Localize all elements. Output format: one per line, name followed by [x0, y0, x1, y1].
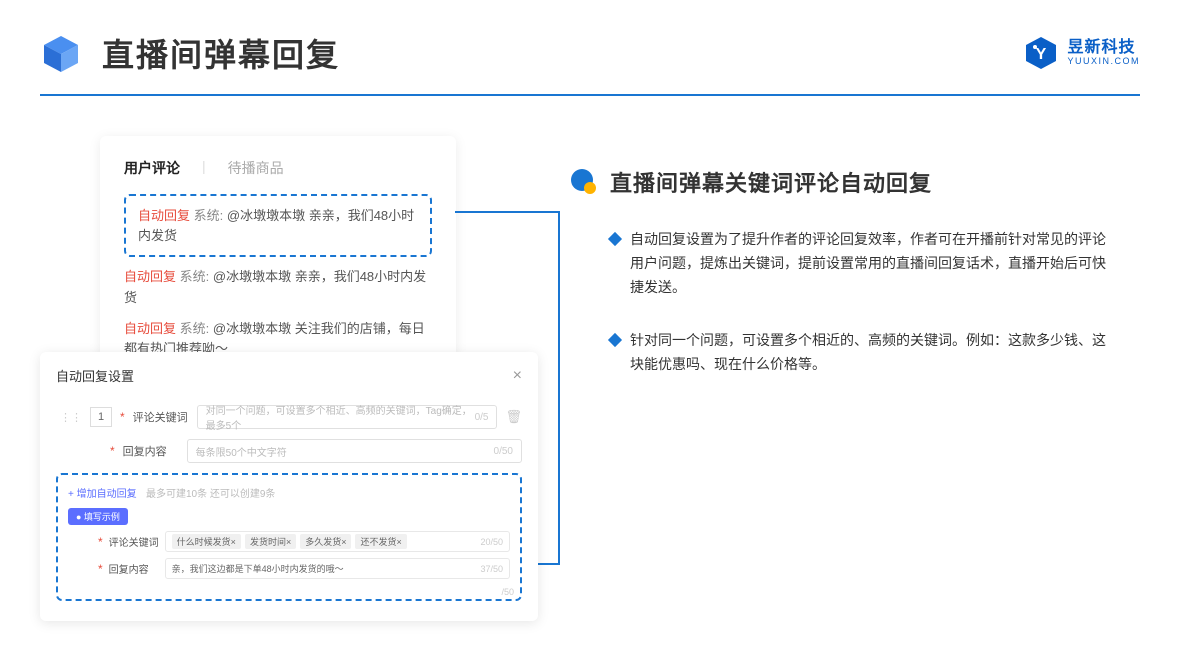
diamond-bullet-icon — [608, 333, 622, 347]
add-hint: 最多可建10条 还可以创建9条 — [146, 489, 275, 500]
comment-row: 自动回复 系统: @冰墩墩本墩 亲亲，我们48小时内发货 — [124, 267, 432, 309]
highlighted-comment: 自动回复 系统: @冰墩墩本墩 亲亲，我们48小时内发货 — [124, 194, 432, 257]
example-keyword-tags: 什么时候发货× 发货时间× 多久发货× 还不发货× 20/50 — [165, 531, 510, 552]
tab-pending-products[interactable]: 待播商品 — [228, 158, 284, 178]
drag-handle-icon[interactable]: ⋮⋮ — [60, 411, 82, 424]
keyword-label: 评论关键词 — [133, 409, 189, 425]
page-title: 直播间弹幕回复 — [102, 30, 340, 76]
example-block: + 增加自动回复 最多可建10条 还可以创建9条 ● 填写示例 * 评论关键词 … — [56, 473, 522, 601]
brand-name-en: YUUXIN.COM — [1067, 57, 1140, 67]
settings-title: 自动回复设置 — [56, 366, 134, 385]
order-number: 1 — [90, 407, 112, 427]
bullet-item: 针对同一个问题，可设置多个相近的、高频的关键词。例如：这款多少钱、这块能优惠吗、… — [570, 329, 1110, 377]
content-label: 回复内容 — [123, 443, 179, 459]
close-icon[interactable]: × — [513, 367, 522, 385]
content-input[interactable]: 每条限50个中文字符 0/50 — [187, 439, 522, 463]
settings-modal: 自动回复设置 × ⋮⋮ 1 * 评论关键词 对同一个问题，可设置多个相近、高频的… — [40, 352, 538, 621]
svg-text:Y: Y — [1036, 46, 1047, 63]
cube-icon — [40, 32, 82, 74]
bullet-item: 自动回复设置为了提升作者的评论回复效率，作者可在开播前针对常见的评论用户问题，提… — [570, 228, 1110, 299]
tab-user-comments[interactable]: 用户评论 — [124, 158, 180, 178]
diamond-bullet-icon — [608, 232, 622, 246]
brand-name-cn: 昱新科技 — [1067, 39, 1140, 57]
brand-logo: Y 昱新科技 YUUXIN.COM — [1023, 35, 1140, 71]
example-content-text: 亲，我们这边都是下单48小时内发货的哦～ 37/50 — [165, 558, 510, 579]
keyword-input[interactable]: 对同一个问题，可设置多个相近、高频的关键词，Tag确定，最多5个 0/5 — [197, 405, 498, 429]
connector-line — [558, 211, 560, 565]
add-reply-link[interactable]: + 增加自动回复 — [68, 489, 137, 500]
chat-bubble-icon — [570, 168, 598, 196]
connector-line — [455, 211, 560, 213]
example-badge: ● 填写示例 — [68, 508, 128, 525]
auto-reply-tag: 自动回复 — [138, 208, 190, 223]
section-title: 直播间弹幕关键词评论自动回复 — [610, 166, 932, 198]
delete-icon[interactable]: 🗑 — [505, 409, 522, 425]
